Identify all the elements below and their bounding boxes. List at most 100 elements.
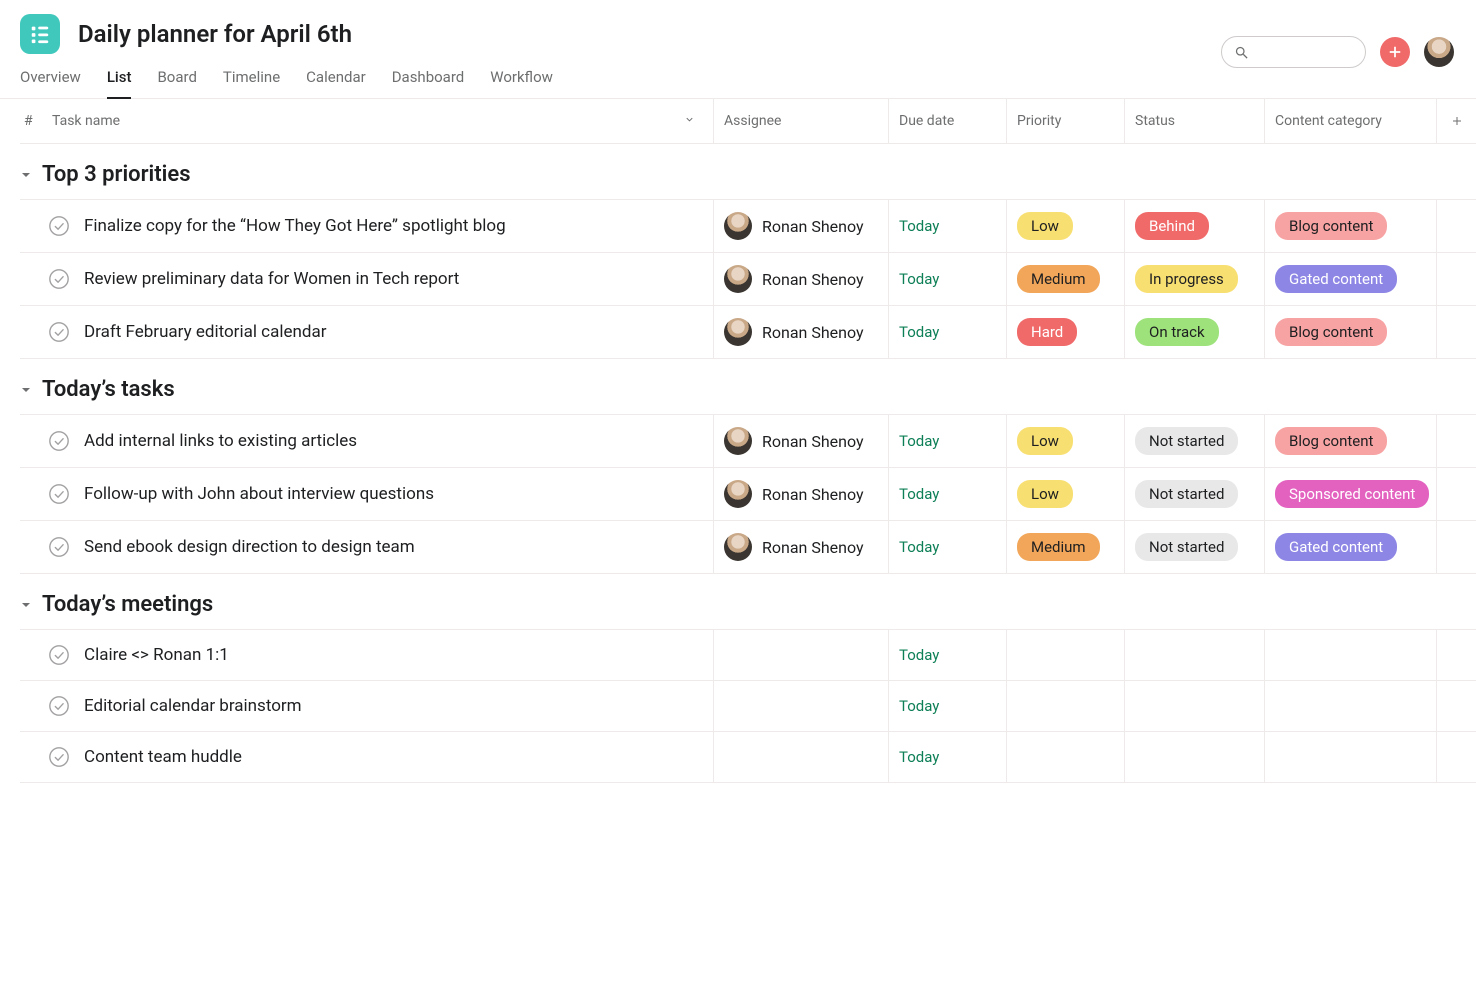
- category-cell[interactable]: Gated content: [1264, 521, 1436, 573]
- tab-calendar[interactable]: Calendar: [306, 68, 366, 98]
- task-row[interactable]: Draft February editorial calendarRonan S…: [20, 305, 1476, 359]
- status-cell[interactable]: [1124, 732, 1264, 782]
- status-pill: Behind: [1135, 212, 1209, 240]
- column-assignee[interactable]: Assignee: [713, 99, 888, 143]
- assignee-avatar: [724, 427, 752, 455]
- tab-timeline[interactable]: Timeline: [223, 68, 280, 98]
- category-cell[interactable]: Sponsored content: [1264, 468, 1436, 520]
- add-column-button[interactable]: [1436, 99, 1476, 143]
- row-trailing-cell: [1436, 306, 1476, 358]
- status-pill: In progress: [1135, 265, 1238, 293]
- task-row[interactable]: Claire <> Ronan 1:1Today: [20, 629, 1476, 680]
- column-category[interactable]: Content category: [1264, 99, 1436, 143]
- complete-task-icon[interactable]: [48, 268, 70, 290]
- section-header[interactable]: Today’s tasks: [20, 359, 1476, 414]
- assignee-cell[interactable]: [713, 630, 888, 680]
- priority-cell[interactable]: [1006, 630, 1124, 680]
- due-date-cell[interactable]: Today: [888, 468, 1006, 520]
- priority-cell[interactable]: [1006, 681, 1124, 731]
- task-name: Send ebook design direction to design te…: [84, 537, 415, 557]
- plus-icon: [1451, 115, 1463, 127]
- complete-task-icon[interactable]: [48, 746, 70, 768]
- due-date-cell[interactable]: Today: [888, 415, 1006, 467]
- user-avatar[interactable]: [1424, 37, 1454, 67]
- priority-cell[interactable]: Low: [1006, 468, 1124, 520]
- column-task-name-label: Task name: [52, 113, 120, 129]
- status-cell[interactable]: Not started: [1124, 415, 1264, 467]
- assignee-cell[interactable]: Ronan Shenoy: [713, 521, 888, 573]
- task-row[interactable]: Send ebook design direction to design te…: [20, 520, 1476, 574]
- due-date-cell[interactable]: Today: [888, 681, 1006, 731]
- complete-task-icon[interactable]: [48, 644, 70, 666]
- assignee-cell[interactable]: [713, 681, 888, 731]
- priority-cell[interactable]: Hard: [1006, 306, 1124, 358]
- due-date-cell[interactable]: Today: [888, 630, 1006, 680]
- category-cell[interactable]: Blog content: [1264, 200, 1436, 252]
- priority-cell[interactable]: Medium: [1006, 253, 1124, 305]
- status-cell[interactable]: [1124, 630, 1264, 680]
- due-date-value: Today: [899, 538, 939, 556]
- row-trailing-cell: [1436, 253, 1476, 305]
- assignee-cell[interactable]: Ronan Shenoy: [713, 200, 888, 252]
- complete-task-icon[interactable]: [48, 695, 70, 717]
- column-priority[interactable]: Priority: [1006, 99, 1124, 143]
- task-row[interactable]: Editorial calendar brainstormToday: [20, 680, 1476, 731]
- assignee-cell[interactable]: Ronan Shenoy: [713, 468, 888, 520]
- due-date-cell[interactable]: Today: [888, 521, 1006, 573]
- task-row[interactable]: Review preliminary data for Women in Tec…: [20, 252, 1476, 305]
- priority-cell[interactable]: Low: [1006, 200, 1124, 252]
- tab-workflow[interactable]: Workflow: [490, 68, 553, 98]
- task-row[interactable]: Add internal links to existing articles R…: [20, 414, 1476, 467]
- status-cell[interactable]: Not started: [1124, 468, 1264, 520]
- assignee-cell[interactable]: Ronan Shenoy: [713, 306, 888, 358]
- category-cell[interactable]: [1264, 681, 1436, 731]
- add-button[interactable]: [1380, 37, 1410, 67]
- due-date-cell[interactable]: Today: [888, 200, 1006, 252]
- priority-cell[interactable]: [1006, 732, 1124, 782]
- section-header[interactable]: Today’s meetings: [20, 574, 1476, 629]
- column-status[interactable]: Status: [1124, 99, 1264, 143]
- section-title: Today’s tasks: [42, 377, 175, 402]
- priority-cell[interactable]: Low: [1006, 415, 1124, 467]
- tab-board[interactable]: Board: [157, 68, 196, 98]
- tab-dashboard[interactable]: Dashboard: [392, 68, 465, 98]
- status-cell[interactable]: Behind: [1124, 200, 1264, 252]
- category-cell[interactable]: Blog content: [1264, 415, 1436, 467]
- row-trailing-cell: [1436, 415, 1476, 467]
- due-date-cell[interactable]: Today: [888, 253, 1006, 305]
- column-task-name[interactable]: Task name: [40, 99, 713, 143]
- assignee-cell[interactable]: [713, 732, 888, 782]
- status-cell[interactable]: On track: [1124, 306, 1264, 358]
- category-cell[interactable]: [1264, 732, 1436, 782]
- tab-list[interactable]: List: [107, 68, 132, 98]
- assignee-cell[interactable]: Ronan Shenoy: [713, 415, 888, 467]
- complete-task-icon[interactable]: [48, 483, 70, 505]
- page-title: Daily planner for April 6th: [78, 20, 352, 48]
- tab-overview[interactable]: Overview: [20, 68, 81, 98]
- assignee-name: Ronan Shenoy: [762, 485, 864, 504]
- task-name: Add internal links to existing articles: [84, 431, 357, 451]
- complete-task-icon[interactable]: [48, 215, 70, 237]
- category-pill: Blog content: [1275, 318, 1387, 346]
- category-cell[interactable]: [1264, 630, 1436, 680]
- assignee-cell[interactable]: Ronan Shenoy: [713, 253, 888, 305]
- due-date-cell[interactable]: Today: [888, 732, 1006, 782]
- task-row[interactable]: Finalize copy for the “How They Got Here…: [20, 199, 1476, 252]
- complete-task-icon[interactable]: [48, 536, 70, 558]
- status-cell[interactable]: Not started: [1124, 521, 1264, 573]
- complete-task-icon[interactable]: [48, 321, 70, 343]
- column-due-date[interactable]: Due date: [888, 99, 1006, 143]
- status-cell[interactable]: [1124, 681, 1264, 731]
- due-date-value: Today: [899, 323, 939, 341]
- priority-cell[interactable]: Medium: [1006, 521, 1124, 573]
- task-row[interactable]: Content team huddleToday: [20, 731, 1476, 783]
- due-date-cell[interactable]: Today: [888, 306, 1006, 358]
- category-cell[interactable]: Blog content: [1264, 306, 1436, 358]
- category-cell[interactable]: Gated content: [1264, 253, 1436, 305]
- task-row[interactable]: Follow-up with John about interview ques…: [20, 467, 1476, 520]
- section-header[interactable]: Top 3 priorities: [20, 144, 1476, 199]
- due-date-value: Today: [899, 270, 939, 288]
- search-input[interactable]: [1221, 36, 1366, 68]
- status-cell[interactable]: In progress: [1124, 253, 1264, 305]
- complete-task-icon[interactable]: [48, 430, 70, 452]
